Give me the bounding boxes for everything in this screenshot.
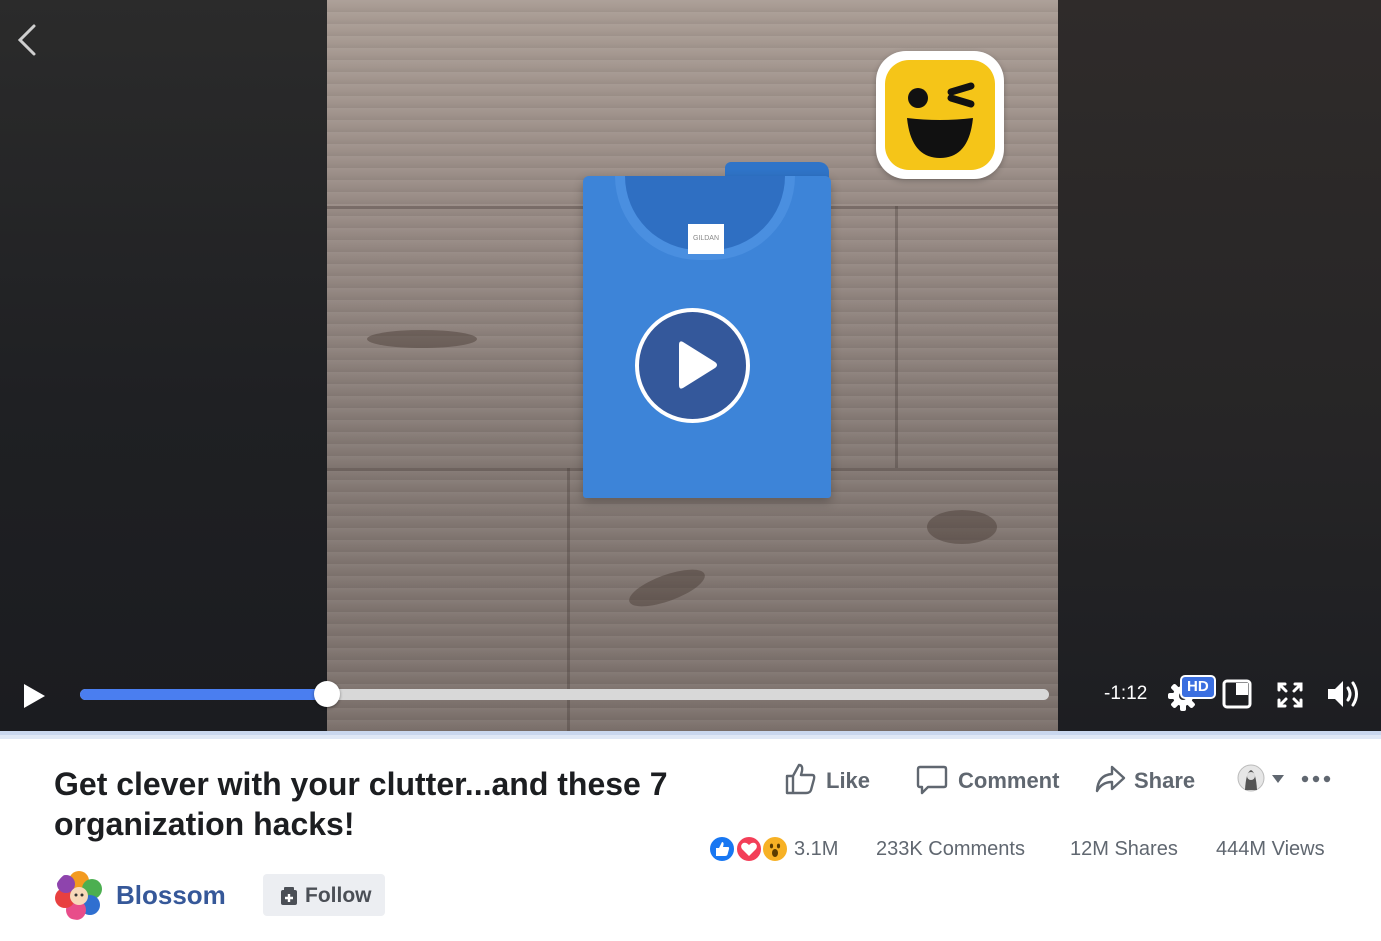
wow-reaction-icon [761, 835, 789, 863]
wink-emoji-logo [876, 51, 1004, 179]
pip-icon[interactable] [1222, 679, 1252, 709]
shirt-tag: GILDAN [688, 224, 724, 254]
post-title: Get clever with your clutter...and these… [54, 766, 668, 842]
play-icon [679, 341, 717, 389]
post-as-selector[interactable] [1237, 764, 1292, 794]
play-overlay-button[interactable] [635, 308, 750, 423]
more-icon[interactable] [1301, 774, 1331, 784]
page-name-link[interactable]: Blossom [116, 880, 226, 911]
progress-fill [80, 689, 328, 700]
share-icon [1095, 765, 1126, 793]
volume-icon[interactable] [1326, 678, 1362, 710]
follow-label: Follow [305, 884, 372, 907]
progress-scrubber[interactable] [314, 681, 341, 707]
views-count: 444M Views [1216, 838, 1325, 860]
profile-avatar [1237, 764, 1265, 792]
love-reaction-icon [735, 835, 763, 863]
follow-button[interactable]: Follow [263, 874, 385, 916]
comment-button[interactable]: Comment [916, 760, 1061, 800]
chevron-down-icon [1272, 775, 1284, 783]
page-avatar[interactable] [54, 870, 104, 920]
video-player[interactable]: GILDAN -1:12 HD [0, 0, 1381, 731]
share-button[interactable]: Share [1094, 760, 1199, 800]
like-label: Like [826, 768, 871, 793]
progress-bar[interactable] [80, 681, 1049, 707]
like-reaction-icon [708, 835, 736, 863]
time-remaining: -1:12 [1104, 683, 1148, 704]
hd-badge[interactable]: HD [1180, 675, 1216, 699]
comment-label: Comment [958, 768, 1060, 793]
share-label: Share [1134, 768, 1196, 793]
like-icon [785, 763, 816, 795]
play-button[interactable] [20, 682, 48, 710]
like-button[interactable]: Like [784, 760, 874, 800]
reactions-count[interactable]: 3.1M [794, 838, 838, 861]
back-arrow-icon[interactable] [12, 22, 42, 58]
fullscreen-icon[interactable] [1276, 681, 1304, 709]
comment-icon [916, 765, 948, 795]
video-letterbox-right [1058, 0, 1381, 731]
follow-icon [281, 887, 297, 905]
comments-count[interactable]: 233K Comments [876, 838, 1025, 861]
video-letterbox-left [0, 0, 327, 731]
shares-count[interactable]: 12M Shares [1070, 838, 1178, 861]
